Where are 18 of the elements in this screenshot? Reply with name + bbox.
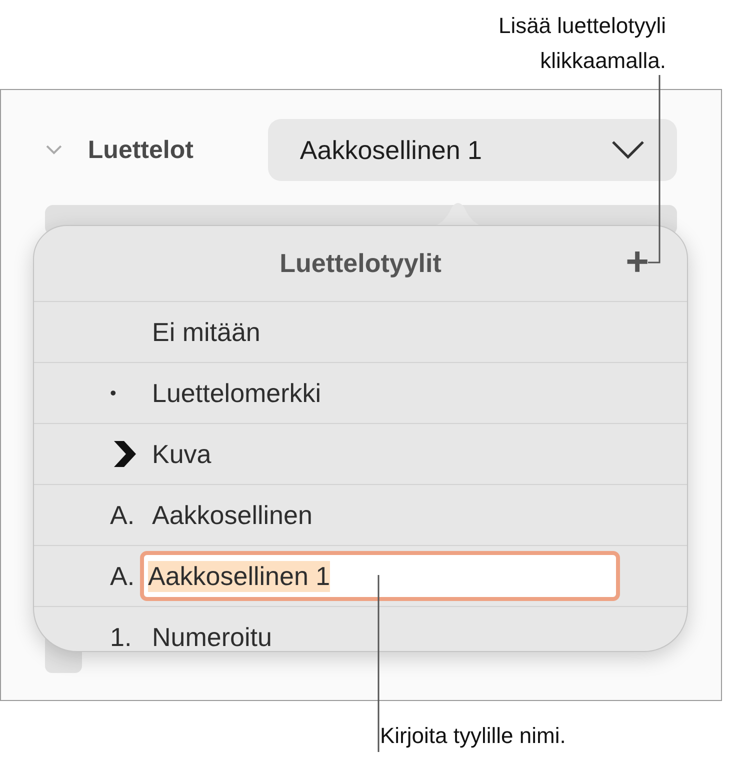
list-style-option[interactable]: Luettelomerkki (152, 378, 322, 408)
add-button[interactable]: + (626, 244, 649, 280)
callout-text: Kirjoita tyylille nimi. (379, 722, 567, 749)
list-marker: 1. (110, 622, 132, 651)
section-title: Luettelot (88, 136, 194, 164)
chevron-down-icon (611, 140, 645, 160)
list-style-option[interactable]: Aakkosellinen (152, 500, 312, 530)
name-field[interactable]: Aakkosellinen 1 (140, 551, 620, 601)
popover-title: Luettelotyylit (280, 248, 442, 279)
list-style-option[interactable]: Kuva (152, 438, 212, 470)
list-marker: A. (110, 500, 135, 530)
list-marker: A. (110, 560, 135, 592)
list-marker: • (110, 382, 116, 404)
callout-text: Lisää luettelotyyli klikkaamalla. (497, 12, 666, 75)
list-style-dropdown[interactable]: Aakkosellinen 1 (268, 119, 677, 181)
disclosure-chevron-icon[interactable] (46, 145, 62, 155)
list-style-option[interactable]: Ei mitään (152, 316, 260, 348)
list-style-option[interactable]: Numeroitu (152, 622, 272, 651)
